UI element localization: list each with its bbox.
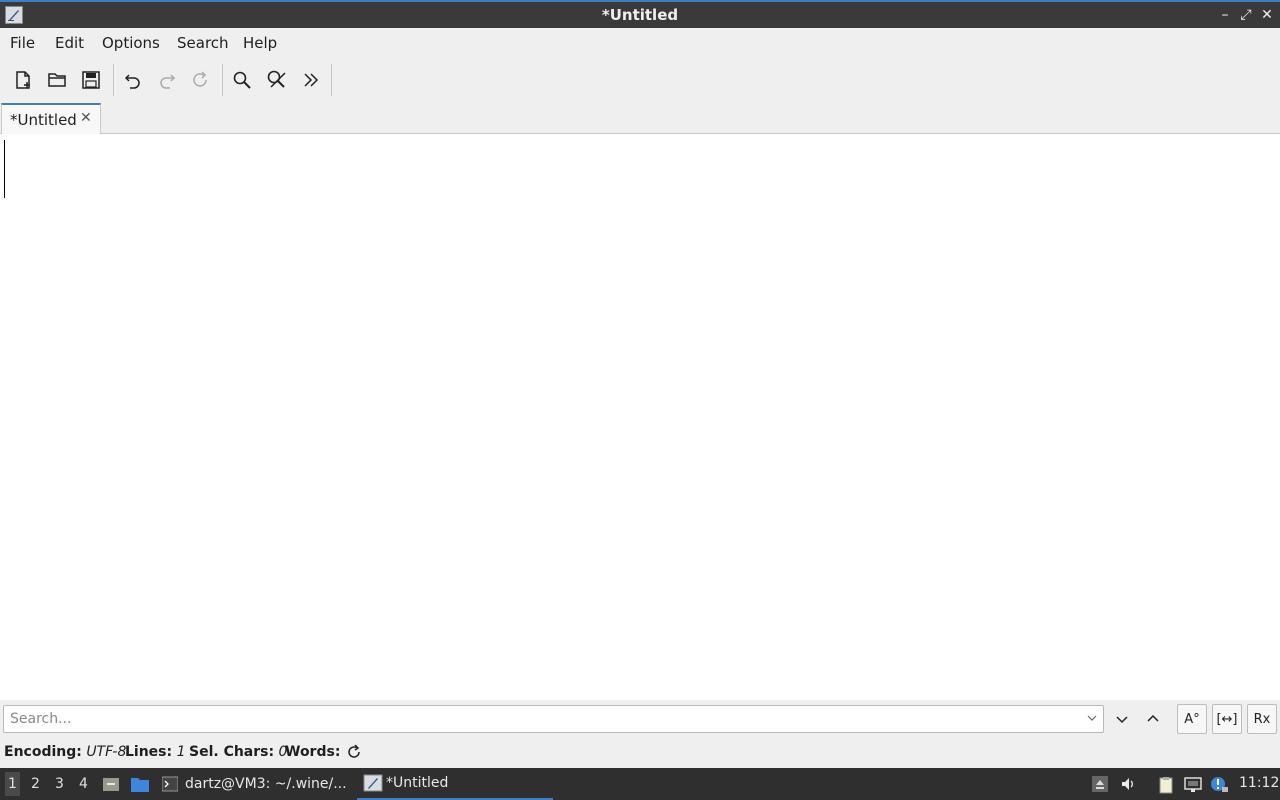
search-bar: A° [↔] Rx (0, 700, 1280, 738)
folder-icon[interactable] (130, 775, 150, 793)
open-folder-icon[interactable] (43, 66, 71, 94)
window-title: *Untitled (601, 6, 679, 24)
find-next-button[interactable] (1111, 709, 1133, 729)
workspace-3[interactable]: 3 (55, 776, 64, 792)
title-bar: *Untitled – ⤢ ✕ (0, 0, 1280, 28)
reload-icon[interactable] (186, 66, 214, 94)
volume-icon[interactable] (1120, 776, 1136, 792)
notification-icon[interactable] (1210, 776, 1228, 794)
text-editor[interactable] (0, 134, 1280, 700)
find-icon[interactable] (228, 66, 256, 94)
text-editor-icon (363, 774, 383, 792)
toolbar-separator (331, 64, 332, 96)
status-lines: Lines: 1 (125, 744, 186, 760)
search-input[interactable] (3, 705, 1104, 733)
file-manager-icon[interactable] (102, 775, 120, 793)
tab-bar: *Untitled ✕ (0, 102, 1280, 135)
whole-word-button[interactable]: [↔] (1212, 704, 1242, 734)
chevron-down-icon[interactable] (1085, 711, 1099, 725)
maximize-button[interactable]: ⤢ (1238, 7, 1254, 23)
menu-search[interactable]: Search (177, 34, 229, 52)
close-button[interactable]: ✕ (1259, 7, 1275, 23)
match-case-button[interactable]: A° (1177, 704, 1207, 734)
toolbar-separator (222, 64, 223, 96)
find-previous-button[interactable] (1142, 709, 1164, 729)
refresh-icon[interactable] (346, 744, 362, 760)
taskbar-item-editor[interactable]: *Untitled (357, 768, 553, 800)
toolbar-separator (113, 64, 114, 96)
taskbar-item-terminal[interactable]: dartz@VM3: ~/.wine/... (162, 768, 347, 800)
status-bar: Encoding: UTF-8 Lines: 1 Sel. Chars: 0 W… (0, 738, 1280, 768)
tab-label: *Untitled (10, 111, 77, 129)
network-icon[interactable] (1184, 776, 1202, 794)
status-encoding: Encoding: UTF-8 (4, 744, 127, 760)
eject-icon[interactable] (1092, 776, 1108, 792)
regex-button[interactable]: Rx (1247, 704, 1277, 734)
toolbar (0, 58, 1280, 102)
find-replace-icon[interactable] (263, 66, 291, 94)
clock[interactable]: 11:12 (1239, 775, 1279, 791)
menu-help[interactable]: Help (243, 34, 277, 52)
taskbar: 1 2 3 4 dartz@VM3: ~/.wine/... *Untitled… (0, 768, 1280, 800)
workspace-1[interactable]: 1 (5, 772, 20, 796)
status-words: Words: (285, 744, 341, 760)
taskbar-item-label: *Untitled (386, 775, 449, 791)
undo-icon[interactable] (119, 66, 147, 94)
redo-icon[interactable] (153, 66, 181, 94)
clipboard-icon[interactable] (1157, 776, 1175, 794)
workspace-2[interactable]: 2 (31, 776, 40, 792)
tab-untitled[interactable]: *Untitled ✕ (1, 103, 101, 135)
minimize-button[interactable]: – (1217, 7, 1233, 23)
status-sel-chars: Sel. Chars: 0 (189, 744, 288, 760)
menu-edit[interactable]: Edit (55, 34, 84, 52)
menu-bar: File Edit Options Search Help (0, 28, 1280, 58)
menu-options[interactable]: Options (102, 34, 160, 52)
new-document-icon[interactable] (9, 66, 37, 94)
more-icon[interactable] (297, 66, 325, 94)
taskbar-item-label: dartz@VM3: ~/.wine/... (185, 776, 347, 792)
workspace-4[interactable]: 4 (79, 776, 88, 792)
save-icon[interactable] (77, 66, 105, 94)
terminal-icon (162, 776, 178, 792)
text-caret (4, 140, 5, 198)
tab-close-icon[interactable]: ✕ (80, 110, 92, 126)
menu-file[interactable]: File (10, 34, 35, 52)
